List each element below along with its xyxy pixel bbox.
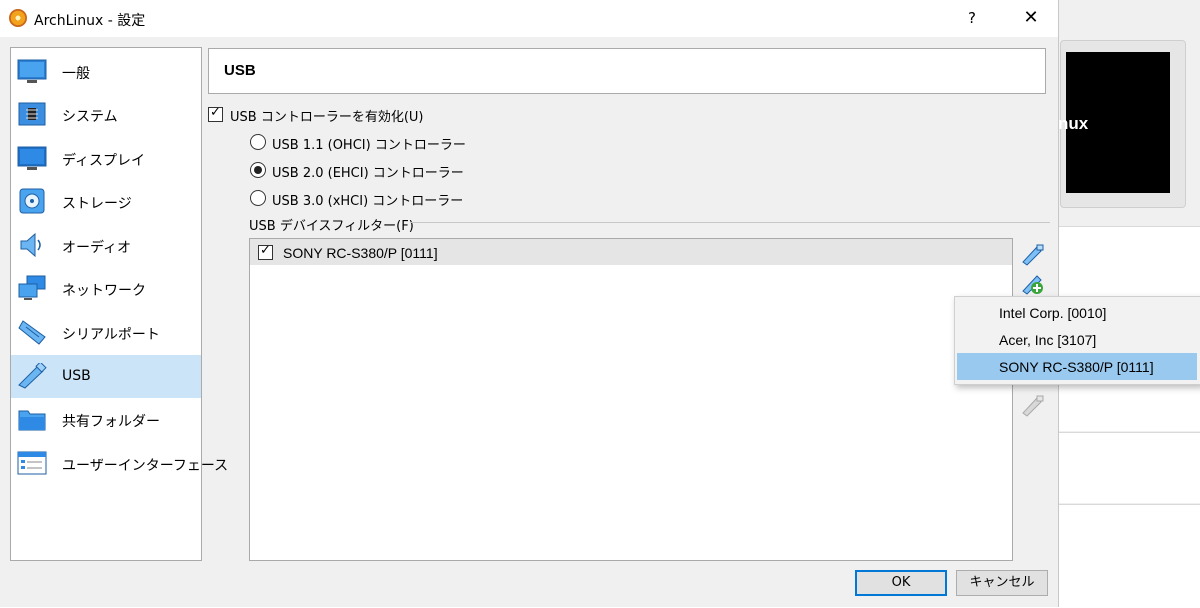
sidebar-item-label: ネットワーク (62, 283, 146, 299)
usb-filter-list[interactable]: ✓ SONY RC-S380/P [0111] (249, 238, 1013, 561)
section-header: USB (208, 48, 1046, 94)
enable-usb-checkbox[interactable]: ✓ (208, 105, 223, 122)
sidebar-item-label: システム (62, 109, 118, 125)
sidebar-item-label: オーディオ (62, 240, 132, 256)
sidebar-item-display[interactable]: ディスプレイ (11, 137, 201, 180)
title-bar: ArchLinux - 設定 ? ✕ (0, 0, 1058, 37)
usb20-radio[interactable] (250, 162, 266, 178)
settings-sidebar: 一般 システム ディスプレイ ストレージ オーディオ ネットワーク シリアルポー… (10, 47, 228, 561)
help-button[interactable]: ? (958, 6, 986, 30)
menu-item-label: Acer, Inc [3107] (999, 332, 1097, 348)
sidebar-item-label: ディスプレイ (62, 153, 146, 169)
add-device-filter-icon[interactable] (1021, 273, 1045, 295)
sidebar-item-usb[interactable]: USB (11, 355, 201, 398)
menu-item[interactable]: Intel Corp. [0010] (957, 299, 1197, 326)
sidebar-item-label: 一般 (62, 66, 90, 82)
menu-item[interactable]: SONY RC-S380/P [0111] (957, 353, 1197, 380)
check-icon: ✓ (210, 105, 221, 120)
sidebar-item-shared-folders[interactable]: 共有フォルダー (11, 398, 201, 441)
background-panel (1058, 432, 1200, 503)
usb30-radio[interactable] (250, 190, 266, 206)
menu-item[interactable]: Acer, Inc [3107] (957, 326, 1197, 353)
sidebar-item-label: 共有フォルダー (62, 414, 160, 430)
usb11-radio[interactable] (250, 134, 266, 150)
cancel-button[interactable]: キャンセル (956, 570, 1048, 596)
usb-filter-label: USB デバイスフィルター(F) (249, 219, 414, 234)
sidebar-item-serial-port[interactable]: シリアルポート (11, 311, 201, 354)
shared-folder-icon (18, 410, 46, 431)
enable-usb-label: USB コントローラーを有効化(U) (230, 110, 424, 125)
storage-icon (19, 188, 45, 214)
serial-port-icon (18, 320, 46, 345)
virtualbox-app-icon (9, 9, 27, 27)
filter-label: SONY RC-S380/P [0111] (283, 245, 438, 261)
sidebar-item-label: シリアルポート (62, 327, 160, 343)
network-icon (18, 275, 46, 300)
usb30-label: USB 3.0 (xHCI) コントローラー (272, 194, 464, 209)
close-button[interactable]: ✕ (1014, 6, 1048, 30)
sidebar-item-system[interactable]: システム (11, 93, 201, 136)
user-interface-icon (17, 451, 47, 475)
sidebar-item-user-interface[interactable]: ユーザーインターフェース (11, 442, 228, 485)
settings-dialog: ArchLinux - 設定 ? ✕ 一般 システム ディスプレイ ストレージ … (0, 0, 1200, 607)
general-icon (17, 59, 47, 83)
sidebar-item-label: ストレージ (62, 196, 132, 212)
background-panel (1058, 504, 1200, 608)
display-icon (17, 146, 47, 170)
filter-enabled-checkbox[interactable]: ✓ (258, 243, 273, 260)
sidebar-item-general[interactable]: 一般 (11, 50, 201, 93)
vm-preview-text: nux (1058, 114, 1089, 133)
usb11-label: USB 1.1 (OHCI) コントローラー (272, 138, 466, 153)
usb-icon (18, 363, 47, 389)
radio-dot-icon (254, 166, 262, 174)
move-filter-icon[interactable] (1021, 395, 1045, 417)
ok-button[interactable]: OK (855, 570, 947, 596)
menu-item-label: SONY RC-S380/P [0111] (999, 359, 1154, 375)
group-divider (410, 222, 1050, 223)
usb-device-menu: Intel Corp. [0010] Acer, Inc [3107] SONY… (954, 296, 1200, 385)
section-title: USB (224, 62, 256, 79)
check-icon: ✓ (260, 243, 271, 258)
window-title: ArchLinux - 設定 (34, 13, 146, 29)
list-item[interactable]: ✓ SONY RC-S380/P [0111] (250, 239, 1012, 265)
system-icon (18, 102, 46, 126)
sidebar-item-audio[interactable]: オーディオ (11, 224, 201, 267)
menu-item-label: Intel Corp. [0010] (999, 305, 1107, 321)
sidebar-item-network[interactable]: ネットワーク (11, 267, 201, 310)
sidebar-item-label: USB (62, 368, 91, 384)
sidebar-item-label: ユーザーインターフェース (62, 458, 229, 474)
sidebar-item-storage[interactable]: ストレージ (11, 180, 201, 223)
usb20-label: USB 2.0 (EHCI) コントローラー (272, 166, 464, 181)
audio-icon (20, 232, 41, 258)
add-empty-filter-icon[interactable] (1021, 244, 1045, 266)
